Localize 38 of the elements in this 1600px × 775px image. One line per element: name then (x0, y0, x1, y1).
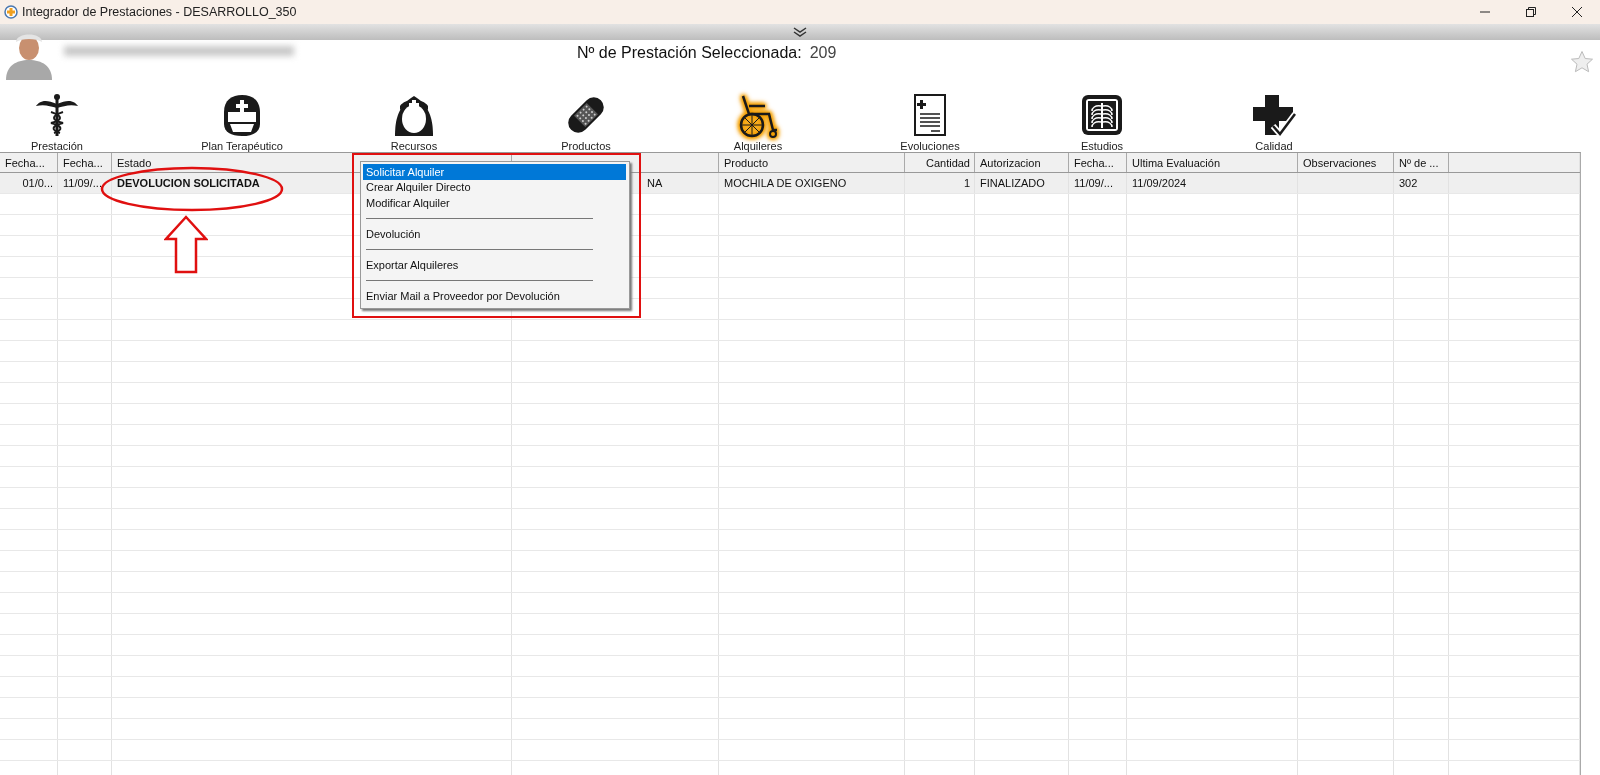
window-title: Integrador de Prestaciones - DESARROLLO_350 (22, 5, 297, 19)
app-icon (4, 5, 18, 19)
selection-label: Nº de Prestación Seleccionada: (577, 44, 802, 62)
column-header[interactable]: Cantidad (905, 153, 975, 172)
toolbar-button[interactable]: Evoluciones (844, 84, 1016, 152)
toolbar-button[interactable]: Alquileres (672, 84, 844, 152)
table-cell: FINALIZADO (975, 173, 1069, 193)
table-cell: 1 (905, 173, 975, 193)
toolbar-button[interactable]: Plan Terapéutico (156, 84, 328, 152)
menu-item[interactable]: Exportar Alquileres (363, 257, 626, 273)
table-cell: 11/09/... (58, 173, 112, 193)
column-header[interactable]: Ultima Evaluación (1127, 153, 1298, 172)
column-header[interactable]: Fecha... (1069, 153, 1127, 172)
table-cell: 11/09/2024 (1127, 173, 1298, 193)
toolbar-button[interactable]: Calidad (1188, 84, 1360, 152)
column-header[interactable]: Nº de ... (1394, 153, 1449, 172)
restore-icon (1526, 7, 1536, 17)
toolbar-button[interactable]: Recursos (328, 84, 500, 152)
column-header[interactable]: Fecha... (0, 153, 58, 172)
menu-item[interactable]: Devolución (363, 226, 626, 242)
selection-number: 209 (809, 44, 837, 62)
column-header[interactable]: Producto (719, 153, 905, 172)
close-icon (1572, 7, 1582, 17)
table-cell: 01/0... (0, 173, 58, 193)
column-header[interactable]: Autorizacion (975, 153, 1069, 172)
table-cell: 302 (1394, 173, 1449, 193)
collapse-chevron-icon[interactable] (793, 27, 807, 37)
toolbar-button[interactable]: Prestación (0, 84, 114, 152)
menu-item[interactable]: Solicitar Alquiler (363, 164, 626, 180)
column-header[interactable]: Observaciones (1298, 153, 1394, 172)
column-header[interactable]: Fecha... (58, 153, 112, 172)
menu-item[interactable]: Modificar Alquiler (363, 195, 626, 211)
toolbar-button[interactable]: Productos (500, 84, 672, 152)
table-cell: MOCHILA DE OXIGENO (719, 173, 905, 193)
menu-item[interactable]: Enviar Mail a Proveedor por Devolución (363, 288, 626, 304)
table-cell: 11/09/... (1069, 173, 1127, 193)
toolbar-button[interactable]: Estudios (1016, 84, 1188, 152)
star-icon[interactable] (1570, 50, 1594, 74)
